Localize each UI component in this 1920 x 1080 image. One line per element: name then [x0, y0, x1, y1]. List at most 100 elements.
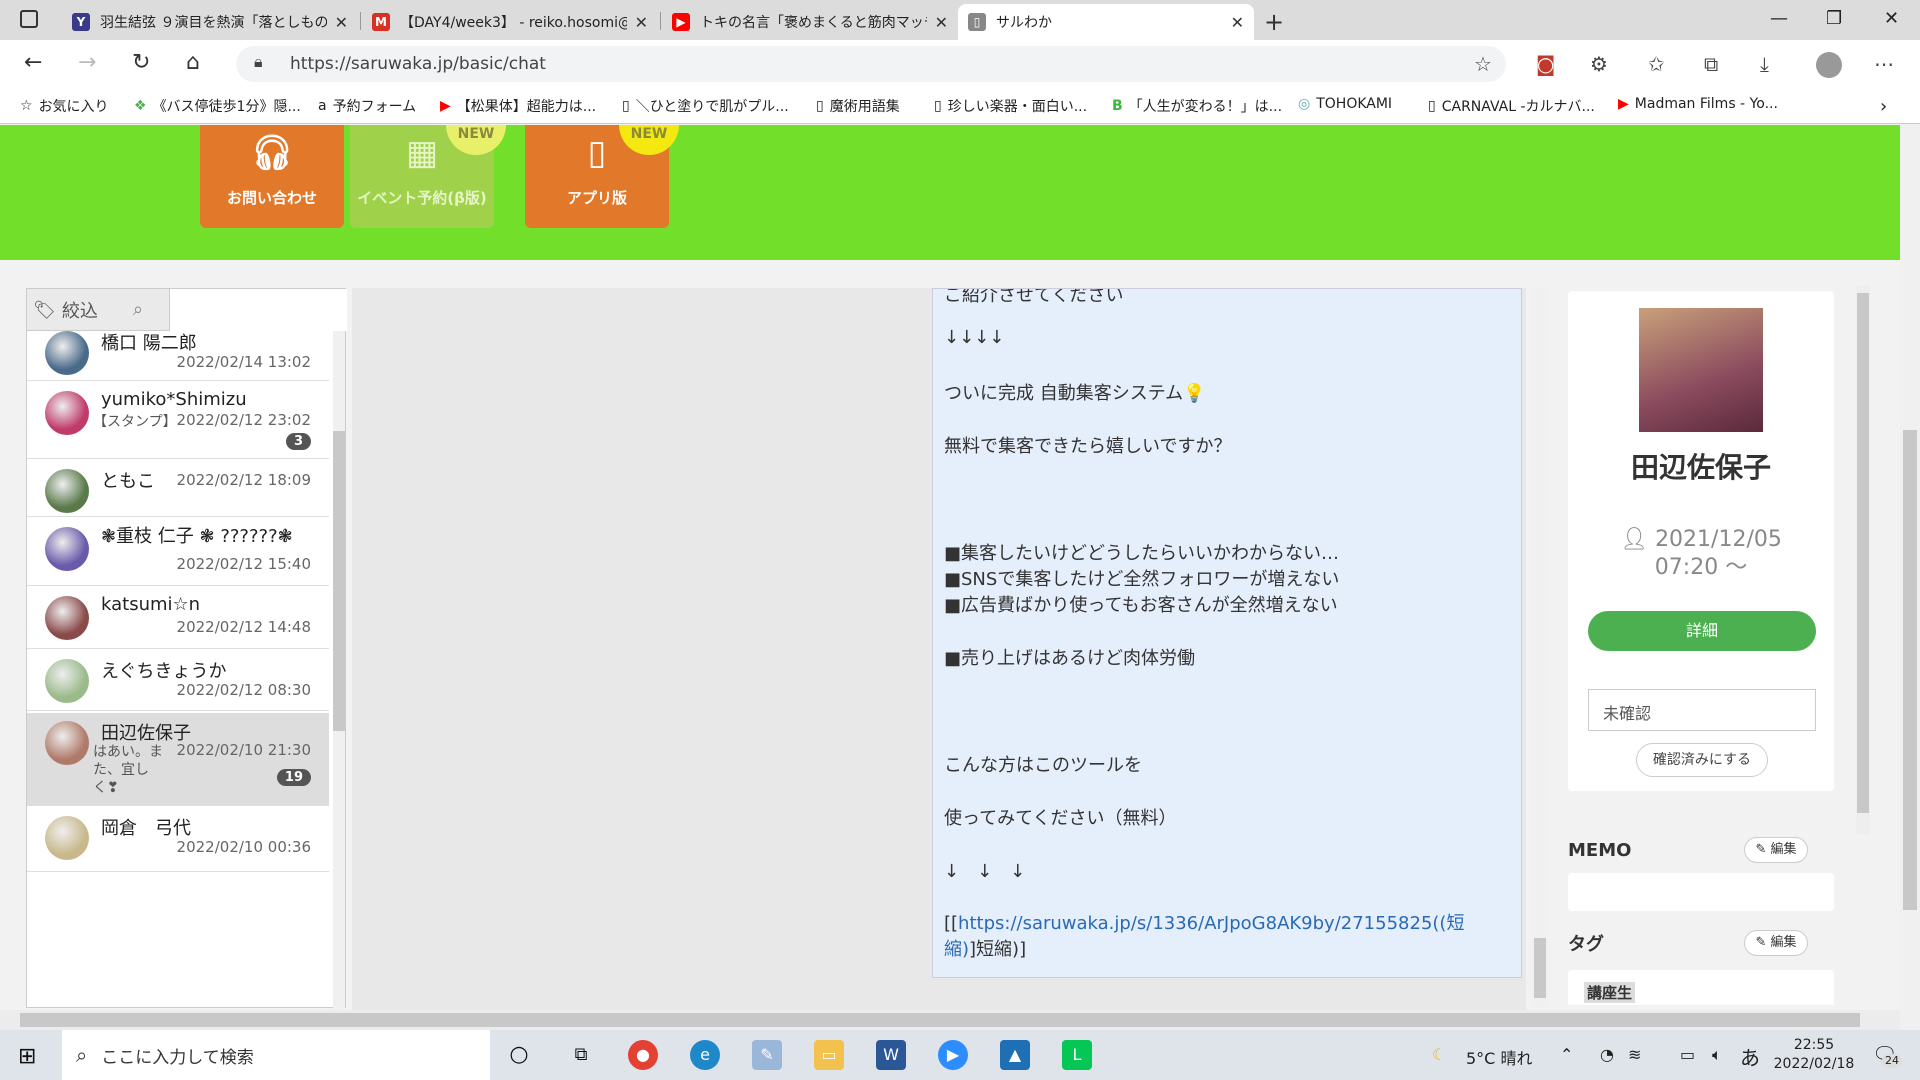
clock[interactable]: 22:55 2022/02/18	[1764, 1036, 1864, 1074]
taskbar-search[interactable]: ⌕ ここに入力して検索	[62, 1030, 490, 1080]
bookmark-item[interactable]: ▯ 珍しい楽器・面白い...	[934, 96, 1087, 116]
page-icon: ▯	[816, 98, 824, 114]
avatar	[45, 527, 89, 571]
edge-icon[interactable]: e	[690, 1040, 720, 1070]
message-link[interactable]: 縮)	[944, 939, 969, 960]
browser-tab-bar: Y 羽生結弦 ９演目を熱演「落としもの」 ✕ M 【DAY4/week3】 - …	[0, 0, 1920, 40]
avatar	[45, 469, 89, 513]
restore-icon[interactable]: ❐	[1826, 8, 1842, 29]
conversation-row[interactable]: yumiko*Shimizu 2022/02/12 23:02 【スタンプ】 3	[27, 383, 329, 459]
file-explorer-icon[interactable]: ▭	[814, 1040, 844, 1070]
memo-edit-button[interactable]: ✎ 編集	[1744, 837, 1808, 863]
status-select[interactable]: 未確認	[1588, 689, 1816, 731]
conversation-name: katsumi☆n	[101, 594, 201, 615]
url-text[interactable]: https://saruwaka.jp/basic/chat	[290, 54, 546, 74]
volume-icon[interactable]: 🔈︎	[1712, 1045, 1722, 1065]
word-icon[interactable]: W	[876, 1040, 906, 1070]
tag-edit-button[interactable]: ✎ 編集	[1744, 930, 1808, 956]
close-tab-icon[interactable]: ✕	[935, 13, 948, 32]
bookmark-item[interactable]: B 「人生が変わる！」は...	[1112, 96, 1282, 116]
list-scrollbar[interactable]	[333, 331, 345, 1009]
favorites-icon[interactable]: ✩	[1648, 52, 1665, 76]
profile-card: 田辺佐保子 👤︎ 2021/12/05 07:20 〜 詳細 未確認 確認済みに…	[1568, 291, 1834, 791]
bookmark-item[interactable]: ▶ 【松果体】超能力は...	[440, 96, 596, 116]
chat-scrollbar[interactable]	[1532, 288, 1548, 1008]
filter-button[interactable]: 🏷︎ 絞込	[33, 295, 98, 325]
conversation-row[interactable]: 田辺佐保子 2022/02/10 21:30 はあい。また、宜しく❣ 19	[27, 713, 329, 806]
refresh-icon[interactable]: ↻	[132, 50, 150, 75]
notification-icon[interactable]: 🗨︎24	[1872, 1042, 1902, 1068]
close-tab-icon[interactable]: ✕	[635, 13, 648, 32]
zoom-icon[interactable]: ▶	[938, 1040, 968, 1070]
tab-actions-icon[interactable]	[20, 10, 38, 28]
home-icon[interactable]: ⌂	[186, 50, 200, 75]
task-view-icon[interactable]: ⧉	[566, 1040, 596, 1070]
search-icon[interactable]: ⌕	[133, 299, 143, 320]
horizontal-scrollbar[interactable]	[0, 1010, 1900, 1030]
conversation-name: 橋口 陽二郎	[101, 333, 197, 354]
close-window-icon[interactable]: ✕	[1884, 8, 1899, 29]
profile-avatar[interactable]	[1816, 52, 1842, 78]
search-icon: ⌕	[76, 1043, 88, 1067]
bookmark-item[interactable]: ▶ Madman Films - Yo...	[1618, 96, 1778, 112]
message-line: ついに完成 自動集客システム💡	[944, 383, 1206, 404]
bookmark-item[interactable]: ▯ 魔術用語集	[816, 96, 900, 116]
bookmark-item[interactable]: ❖ 《バス停徒歩1分》隠...	[134, 96, 301, 116]
bookmark-favorites[interactable]: ☆ お気に入り	[20, 96, 109, 116]
paint-icon[interactable]: ✎	[752, 1040, 782, 1070]
new-tab-icon[interactable]: +	[1264, 8, 1284, 36]
avatar	[45, 721, 89, 765]
wifi-icon[interactable]: ≋	[1628, 1045, 1641, 1064]
youtube-icon: ▶	[440, 98, 451, 114]
back-icon[interactable]: ←	[24, 50, 42, 75]
conversation-row[interactable]: katsumi☆n 2022/02/12 14:48	[27, 588, 329, 649]
bookmarks-more-icon[interactable]: ›	[1880, 96, 1887, 117]
tray-chevron-icon[interactable]: ⌃	[1560, 1045, 1573, 1064]
close-tab-icon[interactable]: ✕	[335, 13, 348, 32]
bookmark-item[interactable]: a 予約フォーム	[318, 96, 416, 116]
downloads-icon[interactable]: ⤓	[1760, 52, 1769, 76]
contact-button[interactable]: 🎧︎ お問い合わせ	[200, 125, 344, 228]
bookmark-item[interactable]: ◎ TOHOKAMI	[1298, 96, 1392, 112]
bookmark-item[interactable]: ▯ CARNAVAL -カルナバ...	[1428, 96, 1595, 116]
conversation-row[interactable]: 橋口 陽二郎 2022/02/14 13:02	[27, 331, 329, 381]
collections-icon[interactable]: ⧉	[1704, 52, 1718, 76]
photos-icon[interactable]: ▲	[1000, 1040, 1030, 1070]
tag-chip[interactable]: 講座生	[1584, 982, 1636, 1003]
tab-saruwaka[interactable]: ▯ サルわか ✕	[958, 4, 1254, 40]
tab-title: サルわか	[996, 15, 1052, 31]
battery-icon[interactable]: ▭	[1680, 1045, 1695, 1064]
tab-gmail[interactable]: M 【DAY4/week3】 - reiko.hosomi@ ✕	[362, 4, 658, 40]
conversation-row[interactable]: ❃重枝 仁子 ❃ ??????❃ 2022/02/12 15:40	[27, 519, 329, 586]
conversation-name: ともこ	[101, 471, 155, 492]
ime-indicator[interactable]: あ	[1740, 1042, 1760, 1071]
conversation-row[interactable]: ともこ 2022/02/12 18:09	[27, 461, 329, 517]
search-input[interactable]	[169, 289, 347, 331]
tab-news[interactable]: Y 羽生結弦 ９演目を熱演「落としもの」 ✕	[62, 4, 358, 40]
weather-text[interactable]: 5°C 晴れ	[1466, 1045, 1532, 1069]
network-icon[interactable]: ◔	[1600, 1045, 1614, 1064]
minimize-icon[interactable]: —	[1770, 8, 1788, 29]
favorite-star-icon[interactable]: ☆	[1474, 52, 1492, 76]
bookmarks-bar: ☆ お気に入り ❖ 《バス停徒歩1分》隠... a 予約フォーム ▶ 【松果体】超能力は…	[0, 88, 1920, 124]
shield-extension-icon[interactable]: ◙	[1536, 52, 1555, 76]
forward-icon[interactable]: →	[78, 50, 96, 75]
page-scrollbar[interactable]	[1900, 125, 1920, 1020]
mark-confirmed-button[interactable]: 確認済みにする	[1636, 743, 1768, 777]
close-tab-icon[interactable]: ✕	[1231, 13, 1244, 32]
conversation-row[interactable]: 岡倉 弓代 2022/02/10 00:36	[27, 808, 329, 872]
detail-button[interactable]: 詳細	[1588, 611, 1816, 651]
extensions-icon[interactable]: ⚙	[1590, 52, 1608, 76]
more-menu-icon[interactable]: ⋯	[1874, 52, 1894, 76]
windows-start-icon[interactable]: ⊞	[18, 1044, 36, 1069]
app-version-button[interactable]: ▯ アプリ版 NEW	[525, 125, 679, 228]
bookmark-item[interactable]: ▯ ＼ひと塗りで肌がプル...	[622, 96, 789, 116]
conversation-row[interactable]: えぐちきょうか 2022/02/12 08:30	[27, 651, 329, 711]
panel-scrollbar[interactable]	[1856, 285, 1870, 835]
tab-youtube[interactable]: ▶ トキの名言「褒めまくると筋肉マッチョ ✕	[662, 4, 958, 40]
message-link[interactable]: https://saruwaka.jp/s/1336/ArJpoG8AK9by/…	[958, 913, 1464, 934]
event-booking-button[interactable]: ▦ イベント予約(β版) NEW	[350, 125, 506, 228]
chrome-icon[interactable]: ●	[628, 1040, 658, 1070]
cortana-icon[interactable]: ○	[504, 1040, 534, 1070]
line-icon[interactable]: L	[1062, 1040, 1092, 1070]
